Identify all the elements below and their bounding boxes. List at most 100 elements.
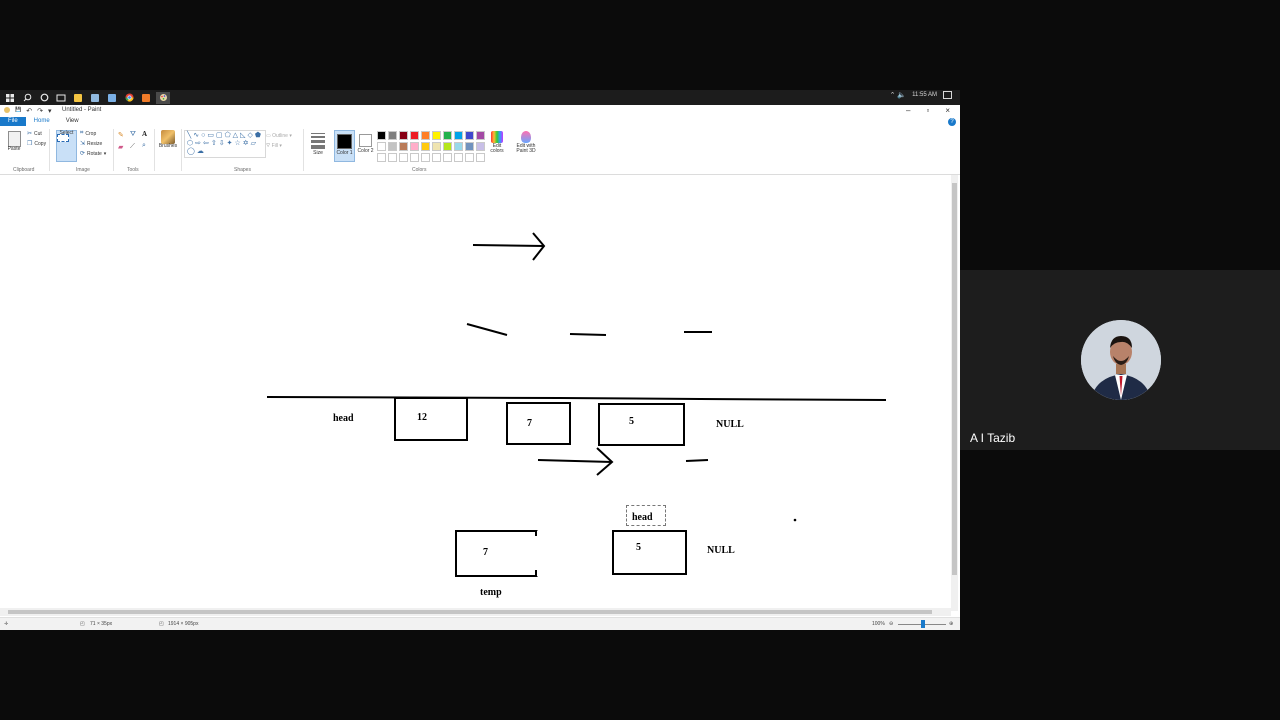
resize-button[interactable]: ⇲ Resize xyxy=(80,140,102,148)
file-explorer-icon[interactable] xyxy=(71,92,85,104)
palette-swatch[interactable] xyxy=(476,142,485,151)
restore-button[interactable]: ▫ xyxy=(926,106,929,115)
paint-icon[interactable] xyxy=(156,91,170,104)
edit-colors-button[interactable]: Edit colors xyxy=(487,131,507,154)
up-arrow-shape-icon[interactable]: ⇧ xyxy=(211,140,217,147)
help-icon[interactable]: ? xyxy=(948,118,956,126)
six-point-star-shape-icon[interactable]: ✡ xyxy=(243,140,249,147)
horizontal-scrollbar[interactable] xyxy=(0,608,951,616)
fill-dropdown[interactable]: ⛛ Fill ▾ xyxy=(266,141,292,151)
palette-swatch[interactable] xyxy=(432,142,441,151)
undo-icon[interactable]: ↶ xyxy=(26,107,32,115)
palette-swatch[interactable] xyxy=(465,142,474,151)
copy-button[interactable]: ❐ Copy xyxy=(27,140,46,148)
scroll-thumb[interactable] xyxy=(8,610,932,614)
right-arrow-shape-icon[interactable]: ⇨ xyxy=(195,140,201,147)
edit-with-paint3d-button[interactable]: Edit with Paint 3D xyxy=(512,131,540,154)
down-arrow-shape-icon[interactable]: ⇩ xyxy=(219,140,225,147)
tab-file[interactable]: File xyxy=(0,117,26,126)
diamond-shape-icon[interactable]: ◇ xyxy=(247,132,252,139)
palette-swatch[interactable] xyxy=(399,131,408,140)
tab-home[interactable]: Home xyxy=(26,117,58,126)
rotate-button[interactable]: ⟳ Rotate ▾ xyxy=(80,150,106,158)
curve-shape-icon[interactable]: ∿ xyxy=(193,132,199,139)
palette-swatch[interactable] xyxy=(443,142,452,151)
polygon-shape-icon[interactable]: ⬠ xyxy=(225,132,231,139)
close-button[interactable]: × xyxy=(945,106,950,115)
crop-button[interactable]: ⌗ Crop xyxy=(80,130,96,137)
palette-swatch[interactable] xyxy=(465,131,474,140)
triangle-shape-icon[interactable]: △ xyxy=(233,132,238,139)
palette-swatch[interactable] xyxy=(476,153,485,162)
rounded-rectangle-shape-icon[interactable]: ▢ xyxy=(216,132,223,139)
sublime-icon[interactable] xyxy=(139,92,153,104)
magnifier-icon[interactable]: ⌕ xyxy=(142,142,146,150)
rectangle-shape-icon[interactable]: ▭ xyxy=(207,132,214,139)
task-view-icon[interactable] xyxy=(54,92,68,104)
cut-button[interactable]: ✂ Cut xyxy=(27,130,42,138)
paste-button[interactable]: Paste xyxy=(6,131,22,152)
palette-swatch[interactable] xyxy=(454,153,463,162)
four-point-star-shape-icon[interactable]: ✦ xyxy=(227,140,233,147)
left-arrow-shape-icon[interactable]: ⇦ xyxy=(203,140,209,147)
vertical-scrollbar[interactable] xyxy=(951,175,958,611)
palette-swatch[interactable] xyxy=(454,131,463,140)
palette-swatch[interactable] xyxy=(432,131,441,140)
palette-swatch[interactable] xyxy=(410,142,419,151)
hexagon-shape-icon[interactable]: ⬡ xyxy=(187,140,193,147)
palette-swatch[interactable] xyxy=(388,153,397,162)
eraser-icon[interactable]: ▰ xyxy=(118,143,123,151)
zoom-in-icon[interactable]: ⊕ xyxy=(949,621,953,627)
scroll-thumb[interactable] xyxy=(952,183,957,575)
text-tool-icon[interactable]: A xyxy=(142,130,147,138)
fill-bucket-icon[interactable]: ⛛ xyxy=(130,131,136,139)
palette-swatch[interactable] xyxy=(377,153,386,162)
save-icon[interactable]: 💾 xyxy=(15,107,21,115)
drawing-canvas[interactable]: head 12 7 5 NULL 7 temp head 5 NULL xyxy=(0,175,951,611)
palette-swatch[interactable] xyxy=(432,153,441,162)
palette-swatch[interactable] xyxy=(443,131,452,140)
color1-button[interactable]: Color 1 xyxy=(334,130,355,162)
palette-swatch[interactable] xyxy=(421,142,430,151)
pencil-icon[interactable]: ✎ xyxy=(118,131,124,139)
line-shape-icon[interactable]: ╲ xyxy=(187,132,191,139)
pentagon-shape-icon[interactable]: ⬟ xyxy=(255,132,261,139)
tab-view[interactable]: View xyxy=(58,117,87,126)
oval-callout-shape-icon[interactable]: ◯ xyxy=(187,148,195,155)
notifications-icon[interactable] xyxy=(943,91,952,99)
brushes-button[interactable]: Brushes xyxy=(157,130,179,149)
callout-shape-icon[interactable]: ▱ xyxy=(251,140,256,147)
clock[interactable]: 11:55 AM xyxy=(912,92,937,98)
zoom-out-icon[interactable]: ⊖ xyxy=(889,621,893,627)
palette-swatch[interactable] xyxy=(454,142,463,151)
windows-start-icon[interactable] xyxy=(3,92,17,104)
palette-swatch[interactable] xyxy=(377,131,386,140)
oval-shape-icon[interactable]: ○ xyxy=(201,132,205,139)
palette-swatch[interactable] xyxy=(421,131,430,140)
redo-icon[interactable]: ↷ xyxy=(37,107,43,115)
zoom-slider-thumb[interactable] xyxy=(921,620,925,628)
minimize-button[interactable]: – xyxy=(906,106,910,115)
tray-icons[interactable]: ⌃ 🔈 xyxy=(890,91,907,99)
app-icon[interactable] xyxy=(105,92,119,104)
chrome-icon[interactable] xyxy=(122,92,136,104)
palette-swatch[interactable] xyxy=(443,153,452,162)
size-button[interactable]: Size xyxy=(308,131,328,156)
five-point-star-shape-icon[interactable]: ☆ xyxy=(235,140,241,147)
palette-swatch[interactable] xyxy=(399,153,408,162)
palette-swatch[interactable] xyxy=(388,131,397,140)
palette-swatch[interactable] xyxy=(410,153,419,162)
search-icon[interactable] xyxy=(20,92,34,104)
palette-swatch[interactable] xyxy=(465,153,474,162)
palette-swatch[interactable] xyxy=(388,142,397,151)
right-triangle-shape-icon[interactable]: ◺ xyxy=(240,132,245,139)
notepad-icon[interactable] xyxy=(88,92,102,104)
select-button[interactable]: Select xyxy=(56,130,77,162)
palette-swatch[interactable] xyxy=(476,131,485,140)
color2-button[interactable]: Color 2 xyxy=(357,130,374,154)
customize-quick-access-icon[interactable]: ▾ xyxy=(48,107,52,115)
outline-dropdown[interactable]: ▭ Outline ▾ xyxy=(266,131,292,141)
cortana-icon[interactable] xyxy=(37,92,51,104)
palette-swatch[interactable] xyxy=(377,142,386,151)
cloud-callout-shape-icon[interactable]: ☁ xyxy=(197,148,204,155)
